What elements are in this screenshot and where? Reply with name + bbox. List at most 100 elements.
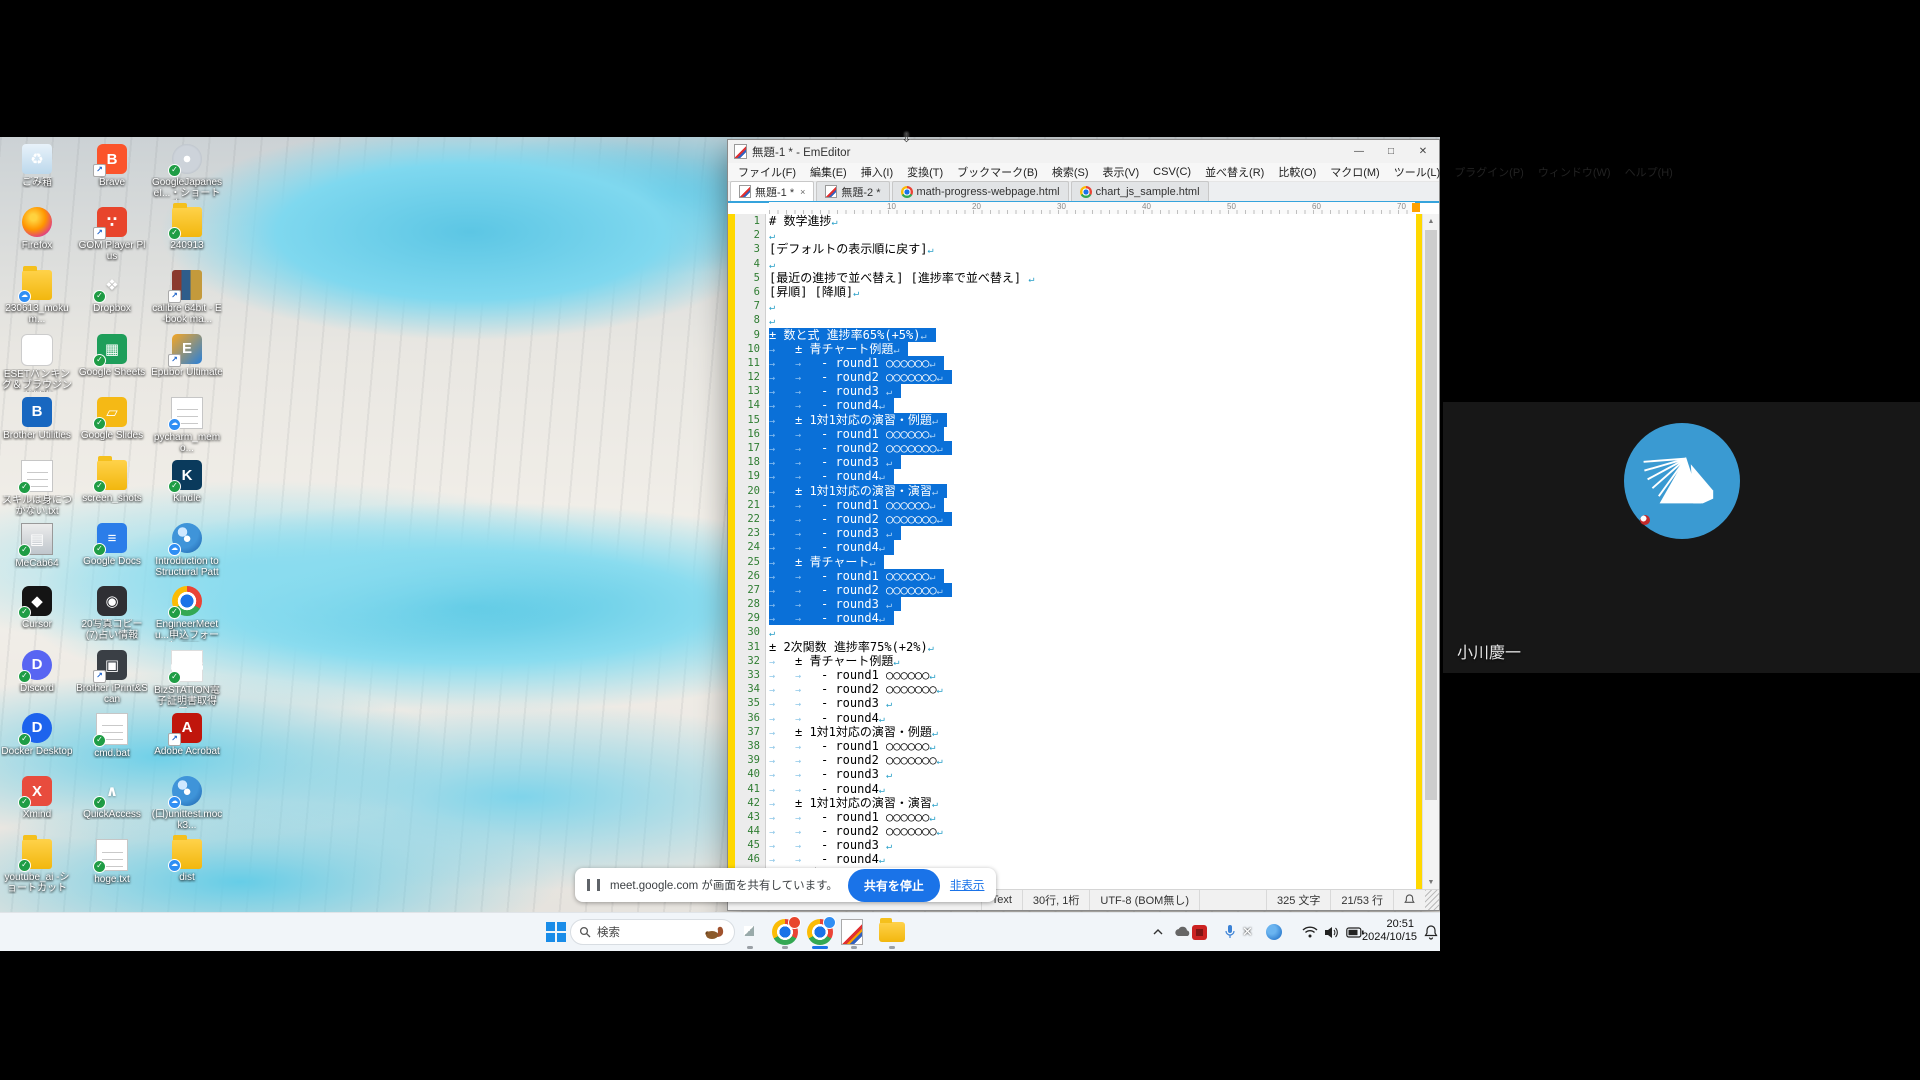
desktop-icon[interactable]: ✓240913 [151, 207, 223, 251]
desktop-icon[interactable]: D✓Discord [1, 650, 73, 694]
menu-item[interactable]: ヘルプ(H) [1618, 164, 1680, 180]
editor-line[interactable]: 23→→- round3 ↵ [728, 526, 1416, 540]
desktop-icon[interactable]: ✓スキルは身につかない.txt [1, 460, 73, 517]
editor-line[interactable]: 30↵ [728, 625, 1416, 639]
desktop-icon[interactable]: ☁230613_mokum... [1, 270, 73, 325]
menu-item[interactable]: CSV(C) [1146, 166, 1198, 178]
editor-line[interactable]: 32→± 青チャート例題↵ [728, 654, 1416, 668]
desktop-icon[interactable]: B↗Brave [76, 144, 148, 188]
scrollbar-thumb[interactable] [1425, 230, 1437, 800]
editor-line[interactable]: 40→→- round3 ↵ [728, 767, 1416, 781]
editor-line[interactable]: 4↵ [728, 257, 1416, 271]
menu-item[interactable]: 並べ替え(R) [1198, 164, 1271, 180]
editor-line[interactable]: 24→→- round4↵ [728, 540, 1416, 554]
document-tab[interactable]: 無題-1 *× [730, 181, 814, 201]
editor-line[interactable]: 13→→- round3 ↵ [728, 384, 1416, 398]
menu-item[interactable]: ブックマーク(B) [950, 164, 1045, 180]
desktop-icon[interactable]: ☁pycharm_memo... [151, 397, 223, 454]
menu-item[interactable]: 挿入(I) [854, 164, 900, 180]
stop-sharing-button[interactable]: 共有を停止 [848, 869, 940, 902]
menu-item[interactable]: 表示(V) [1096, 164, 1147, 180]
menu-item[interactable]: ツール(L) [1387, 164, 1447, 180]
taskbar-app-chrome-2[interactable] [805, 913, 835, 951]
menu-item[interactable]: ファイル(F) [731, 164, 803, 180]
search-box[interactable]: 検索 [570, 919, 735, 945]
editor-line[interactable]: 11→→- round1 ○○○○○○↵ [728, 356, 1416, 370]
desktop-icon[interactable]: D✓Docker Desktop [1, 713, 73, 757]
editor-line[interactable]: 1# 数学進捗↵ [728, 214, 1416, 228]
menu-item[interactable]: 比較(O) [1271, 164, 1323, 180]
editor-line[interactable]: 25→± 青チャート↵ [728, 555, 1416, 569]
desktop-icon[interactable]: ✓hoge.txt [76, 839, 148, 885]
editor-line[interactable]: 29→→- round4↵ [728, 611, 1416, 625]
editor-line[interactable]: 20→± 1対1対応の演習・演習↵ [728, 484, 1416, 498]
desktop-icon[interactable]: ▤✓MeCab64 [1, 523, 73, 569]
desktop-icon[interactable]: A↗Adobe Acrobat [151, 713, 223, 757]
scroll-up-arrow[interactable]: ▲ [1423, 214, 1439, 229]
editor-line[interactable]: 37→± 1対1対応の演習・例題↵ [728, 725, 1416, 739]
editor-line[interactable]: 15→± 1対1対応の演習・例題↵ [728, 413, 1416, 427]
editor-line[interactable]: 22→→- round2 ○○○○○○○↵ [728, 512, 1416, 526]
editor-line[interactable]: 19→→- round4↵ [728, 469, 1416, 483]
desktop-icon[interactable]: ✓screen_shots [76, 460, 148, 504]
tray-chevron[interactable] [1146, 913, 1170, 951]
editor-line[interactable]: 31± 2次関数 進捗率75%(+2%)↵ [728, 640, 1416, 654]
minimize-button[interactable]: — [1343, 140, 1375, 163]
start-button[interactable] [543, 913, 569, 951]
menu-item[interactable]: 変換(T) [900, 164, 950, 180]
editor-line[interactable]: 2↵ [728, 228, 1416, 242]
editor-line[interactable]: 5[最近の進捗で並べ替え] [進捗率で並べ替え] ↵ [728, 271, 1416, 285]
editor-line[interactable]: 44→→- round2 ○○○○○○○↵ [728, 824, 1416, 838]
desktop-icon[interactable]: ✓EngineerMeetu...申込フォーム-4XX... [151, 586, 223, 642]
desktop-icon[interactable]: X✓Xmind [1, 776, 73, 820]
desktop-icon[interactable]: ✓youtube_ai -ショートカット [1, 839, 73, 894]
desktop-icon[interactable]: ✓GoogleJapaneseI...・ショートカット [151, 144, 223, 200]
desktop-icon[interactable]: ●☁(口)unittest.mock3... [151, 776, 223, 831]
hide-share-bar-link[interactable]: 非表示 [950, 877, 985, 893]
editor-line[interactable]: 3[デフォルトの表示順に戻す]↵ [728, 242, 1416, 256]
tab-close-icon[interactable]: × [800, 187, 805, 197]
desktop-icon[interactable]: ❖✓Dropbox [76, 270, 148, 314]
editor-line[interactable]: 46→→- round4↵ [728, 852, 1416, 866]
desktop-icon[interactable]: BBrother Utilities [1, 397, 73, 441]
menu-item[interactable]: 編集(E) [803, 164, 854, 180]
editor-line[interactable]: 27→→- round2 ○○○○○○○↵ [728, 583, 1416, 597]
editor-line[interactable]: 35→→- round3 ↵ [728, 696, 1416, 710]
desktop-icon[interactable]: ●☁Introduction to Structural Patte... [151, 523, 223, 579]
status-bell-icon[interactable] [1393, 890, 1425, 910]
taskbar-app-emeditor[interactable] [841, 913, 867, 951]
meet-participant-tile[interactable]: 小川慶一 [1443, 402, 1920, 673]
editor-line[interactable]: 45→→- round3 ↵ [728, 838, 1416, 852]
editor-line[interactable]: 41→→- round4↵ [728, 782, 1416, 796]
editor-line[interactable]: 26→→- round1 ○○○○○○↵ [728, 569, 1416, 583]
document-tab[interactable]: math-progress-webpage.html [892, 181, 1069, 201]
vertical-scrollbar[interactable]: ▲ ▼ [1422, 214, 1439, 890]
editor-line[interactable]: 8↵ [728, 313, 1416, 327]
desktop-icon[interactable]: ▦✓Google Sheets [76, 334, 148, 378]
editor-line[interactable]: 36→→- round4↵ [728, 711, 1416, 725]
scroll-down-arrow[interactable]: ▼ [1423, 875, 1439, 890]
close-button[interactable]: ✕ [1407, 140, 1439, 163]
desktop-icon[interactable]: ☁dist [151, 839, 223, 883]
tray-blue-app[interactable] [1266, 913, 1282, 951]
desktop-icon[interactable]: ∧✓QuickAccess [76, 776, 148, 820]
desktop-icon[interactable]: ▣↗Brother iPrint&Scan [76, 650, 148, 705]
resize-grip[interactable] [1425, 890, 1439, 910]
desktop-icon[interactable]: ◆✓Cursor [1, 586, 73, 630]
editor-line[interactable]: 28→→- round3 ↵ [728, 597, 1416, 611]
taskbar-clock[interactable]: 20:51 2024/10/15 [1362, 913, 1414, 956]
desktop-icon[interactable]: ◎FG✓BizSTATION電子証明書取得用... [151, 650, 223, 708]
editor-line[interactable]: 7↵ [728, 299, 1416, 313]
desktop-icon[interactable]: K✓Kindle [151, 460, 223, 504]
editor-line[interactable]: 21→→- round1 ○○○○○○↵ [728, 498, 1416, 512]
menu-item[interactable]: ウィンドウ(W) [1531, 164, 1618, 180]
tray-notifications[interactable] [1418, 913, 1444, 951]
editor-line[interactable]: 6[昇順] [降順]↵ [728, 285, 1416, 299]
taskbar-app-chrome-1[interactable] [771, 913, 799, 951]
taskbar-app-explorer[interactable] [879, 913, 905, 951]
desktop-icon[interactable]: ▱✓Google Slides [76, 397, 148, 441]
editor-line[interactable]: 12→→- round2 ○○○○○○○↵ [728, 370, 1416, 384]
maximize-button[interactable]: □ [1375, 140, 1407, 163]
tray-microphone[interactable] [1218, 913, 1242, 951]
editor-line[interactable]: 10→± 青チャート例題↵ [728, 342, 1416, 356]
